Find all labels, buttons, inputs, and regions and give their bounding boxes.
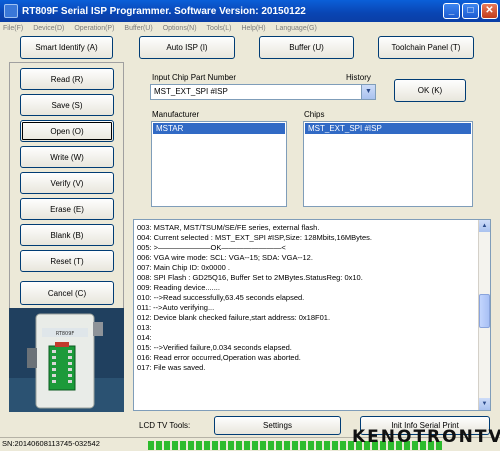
blank-button[interactable]: Blank (B)	[20, 224, 114, 246]
chips-label: Chips	[304, 110, 325, 119]
window-title: RT809F Serial ISP Programmer. Software V…	[22, 5, 306, 17]
log-line: 003: MSTAR, MST/TSUM/SE/FE series, exter…	[137, 223, 320, 232]
scroll-down-icon[interactable]: ▼	[479, 398, 490, 410]
progress-segment	[204, 441, 210, 450]
device-photo: RT809F	[9, 308, 124, 412]
ok-button[interactable]: OK (K)	[394, 79, 466, 102]
progress-segment	[180, 441, 186, 450]
progress-segment	[324, 441, 330, 450]
menu-options[interactable]: Options(N)	[163, 22, 197, 35]
progress-segment	[332, 441, 338, 450]
menu-help[interactable]: Help(H)	[241, 22, 265, 35]
open-button[interactable]: Open (O)	[20, 120, 114, 142]
log-line: 010: -->Read successfully,63.45 seconds …	[137, 293, 305, 302]
close-button[interactable]: ✕	[481, 3, 498, 19]
progress-segment	[220, 441, 226, 450]
chip-part-number-combo[interactable]: MST_EXT_SPI #ISP ▼	[150, 84, 376, 100]
log-line: 011: -->Auto verifying...	[137, 303, 215, 312]
buffer-button[interactable]: Buffer (U)	[259, 36, 354, 59]
log-line: 016: Read error occurred,Operation was a…	[137, 353, 301, 362]
log-line: 012: Device blank checked failure,start …	[137, 313, 331, 322]
chip-input-label: Input Chip Part Number	[152, 73, 237, 82]
serial-number: SN:20140608113745-032542	[2, 439, 100, 448]
progress-segment	[316, 441, 322, 450]
progress-segment	[172, 441, 178, 450]
progress-segment	[212, 441, 218, 450]
log-line: 014:	[137, 333, 152, 342]
progress-segment	[228, 441, 234, 450]
log-line: 005: >———————OK————————<	[137, 243, 286, 252]
progress-segment	[284, 441, 290, 450]
chip-part-number-value: MST_EXT_SPI #ISP	[154, 87, 228, 96]
progress-segment	[340, 441, 346, 450]
progress-segment	[292, 441, 298, 450]
auto-isp-button[interactable]: Auto ISP (I)	[139, 36, 235, 59]
log-line: 008: SPI Flash : GD25Q16, Buffer Set to …	[137, 273, 363, 282]
verify-button[interactable]: Verify (V)	[20, 172, 114, 194]
app-icon	[4, 4, 18, 18]
progress-segment	[156, 441, 162, 450]
minimize-button[interactable]: _	[443, 3, 460, 19]
menu-language[interactable]: Language(G)	[276, 22, 317, 35]
menu-file[interactable]: File(F)	[3, 22, 23, 35]
menu-device[interactable]: Device(D)	[33, 22, 64, 35]
menu-operation[interactable]: Operation(P)	[74, 22, 114, 35]
save-button[interactable]: Save (S)	[20, 94, 114, 116]
maximize-button[interactable]: □	[462, 3, 479, 19]
scroll-up-icon[interactable]: ▲	[479, 220, 490, 232]
watermark-logo: KENOTRONTV	[352, 427, 500, 447]
progress-segment	[196, 441, 202, 450]
chevron-down-icon[interactable]: ▼	[361, 85, 375, 99]
progress-segment	[188, 441, 194, 450]
title-bar: RT809F Serial ISP Programmer. Software V…	[0, 0, 500, 22]
chips-list[interactable]: MST_EXT_SPI #ISP	[303, 121, 473, 207]
log-line: 017: File was saved.	[137, 363, 206, 372]
progress-segment	[300, 441, 306, 450]
settings-button[interactable]: Settings	[214, 416, 341, 435]
lcd-tv-tools-label: LCD TV Tools:	[139, 421, 191, 430]
device-label: RT809F	[56, 331, 75, 337]
progress-segment	[244, 441, 250, 450]
manufacturer-label: Manufacturer	[152, 110, 200, 119]
log-output[interactable]: 003: MSTAR, MST/TSUM/SE/FE series, exter…	[133, 219, 491, 411]
smart-identify-button[interactable]: Smart Identify (A)	[20, 36, 113, 59]
cancel-button[interactable]: Cancel (C)	[20, 281, 114, 305]
menu-bar: File(F) Device(D) Operation(P) Buffer(U)…	[0, 22, 500, 35]
log-scrollbar[interactable]: ▲ ▼	[478, 220, 490, 410]
progress-segment	[268, 441, 274, 450]
read-button[interactable]: Read (R)	[20, 68, 114, 90]
progress-segment	[308, 441, 314, 450]
manufacturer-list[interactable]: MSTAR	[151, 121, 287, 207]
log-line: 004: Current selected : MST_EXT_SPI #ISP…	[137, 233, 372, 242]
manufacturer-item-selected[interactable]: MSTAR	[153, 123, 285, 134]
menu-tools[interactable]: Tools(L)	[207, 22, 232, 35]
progress-segment	[236, 441, 242, 450]
toolchain-panel-button[interactable]: Toolchain Panel (T)	[378, 36, 474, 59]
erase-button[interactable]: Erase (E)	[20, 198, 114, 220]
progress-segment	[276, 441, 282, 450]
progress-segment	[148, 441, 154, 450]
log-line: 013:	[137, 323, 152, 332]
chips-item-selected[interactable]: MST_EXT_SPI #ISP	[305, 123, 471, 134]
history-label: History	[346, 73, 371, 82]
log-line: 007: Main Chip ID: 0x0000 .	[137, 263, 230, 272]
log-line: 015: -->Verified failure,0.034 seconds e…	[137, 343, 292, 352]
scroll-thumb[interactable]	[479, 294, 490, 328]
progress-segment	[252, 441, 258, 450]
menu-buffer[interactable]: Buffer(U)	[124, 22, 152, 35]
write-button[interactable]: Write (W)	[20, 146, 114, 168]
log-line: 006: VGA wire mode: SCL: VGA--15; SDA: V…	[137, 253, 313, 262]
log-line: 009: Reading device.......	[137, 283, 220, 292]
progress-segment	[260, 441, 266, 450]
progress-segment	[164, 441, 170, 450]
reset-button[interactable]: Reset (T)	[20, 250, 114, 272]
programmer-illustration: RT809F	[9, 308, 124, 412]
